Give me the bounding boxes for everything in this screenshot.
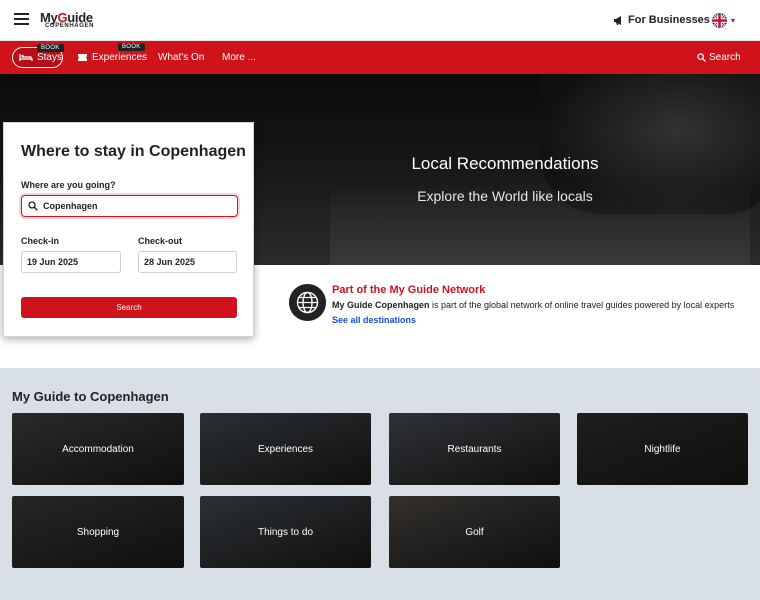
nav-stays[interactable]: BOOK Stays [12,44,64,68]
bed-icon [19,54,33,61]
book-badge: BOOK [118,43,145,51]
hero-title: Local Recommendations [411,154,599,173]
tile-golf[interactable]: Golf [389,496,560,568]
booking-card: Where to stay in Copenhagen Where are yo… [3,122,254,337]
checkout-label: Check-out [138,236,183,246]
language-selector[interactable]: ▾ [712,13,735,28]
nav-search[interactable]: Search [697,52,741,63]
checkout-input[interactable]: 28 Jun 2025 [138,251,237,273]
booking-title: Where to stay in Copenhagen [21,143,246,160]
tile-experiences[interactable]: Experiences [200,413,371,485]
search-button[interactable]: Search [21,297,237,318]
network-description: My Guide Copenhagen is part of the globa… [332,300,735,310]
search-icon [28,201,38,211]
see-all-destinations-link[interactable]: See all destinations [332,315,416,325]
globe-icon [289,284,326,321]
top-header: MyGuide COPENHAGEN For Businesses ▾ [0,0,760,41]
nav-experiences[interactable]: BOOK Experiences [77,43,147,68]
nav-more[interactable]: More ... [222,47,256,68]
book-badge: BOOK [37,44,64,52]
tile-nightlife[interactable]: Nightlife [577,413,748,485]
tile-shopping[interactable]: Shopping [12,496,184,568]
site-logo[interactable]: MyGuide COPENHAGEN [40,10,94,29]
for-businesses-link[interactable]: For Businesses [613,14,710,26]
checkin-input[interactable]: 19 Jun 2025 [21,251,121,273]
nav-whats-on[interactable]: What's On [158,47,204,68]
guide-section-title: My Guide to Copenhagen [12,389,169,404]
hero-subtitle: Explore the World like locals [417,188,593,204]
main-nav: BOOK Stays BOOK Experiences What's On Mo… [0,41,760,74]
checkin-label: Check-in [21,236,60,246]
search-icon [697,53,706,62]
megaphone-icon [614,15,621,25]
network-title: Part of the My Guide Network [332,284,486,296]
tile-accommodation[interactable]: Accommodation [12,413,184,485]
ticket-icon [78,54,87,61]
destination-label: Where are you going? [21,180,116,190]
tile-things-to-do[interactable]: Things to do [200,496,371,568]
tile-restaurants[interactable]: Restaurants [389,413,560,485]
destination-input[interactable]: Copenhagen [21,195,238,217]
chevron-down-icon: ▾ [731,16,736,25]
uk-flag-icon [712,13,727,28]
hamburger-menu-icon[interactable] [14,13,29,25]
